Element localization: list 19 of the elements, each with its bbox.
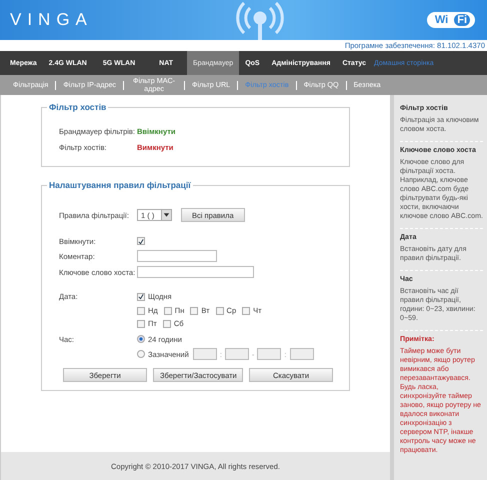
checkbox[interactable] <box>242 306 250 314</box>
radio-button[interactable] <box>137 350 145 358</box>
panel-title: Налаштування правил фільтрації <box>47 180 193 190</box>
panel-title: Фільтр хостів <box>47 102 108 112</box>
checkbox[interactable] <box>216 306 224 314</box>
checkbox[interactable] <box>137 237 145 245</box>
checkbox[interactable] <box>137 306 145 314</box>
dropdown-icon <box>161 210 171 220</box>
checkbox[interactable] <box>137 292 145 300</box>
checkbox[interactable] <box>137 320 145 328</box>
checkbox[interactable] <box>162 320 171 328</box>
comment-field[interactable] <box>137 250 217 262</box>
wifi-logo-text: Fi <box>454 14 470 26</box>
checkbox[interactable] <box>190 306 198 314</box>
vinga-logo: VINGA <box>10 10 93 30</box>
checkbox[interactable] <box>164 306 172 314</box>
keyword-field[interactable] <box>137 266 254 278</box>
radio-button[interactable] <box>137 335 145 343</box>
wifi-logo-text: Wi <box>434 14 450 26</box>
